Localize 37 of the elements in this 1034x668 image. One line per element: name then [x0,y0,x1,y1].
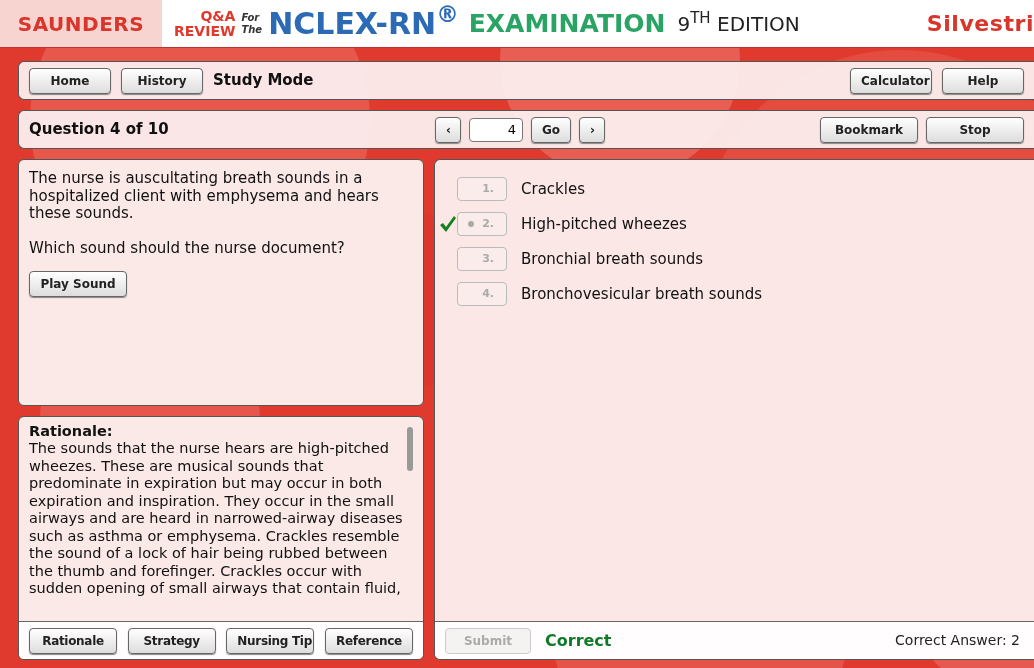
scrollbar-thumb[interactable] [407,427,413,471]
page-field[interactable]: 4 [469,117,523,142]
toolbar-button[interactable]: Stop [926,116,1024,143]
toolbar-button[interactable]: Bookmark [820,116,918,143]
rationale-tab[interactable]: Strategy [127,627,216,654]
option-label: Bronchial breath sounds [521,248,704,270]
question-text: The nurse is auscultating breath sounds in a hospitalized client with emphysema and hears these sounds. [29,170,380,223]
rationale-tab[interactable]: Rationale [29,627,117,654]
edition-label: 9$^{TH}$ EDITION [677,13,800,34]
option-label: Crackles [521,178,585,200]
correct-answer-label: Correct Answer: 2 [895,631,1020,650]
next-button[interactable]: › [579,116,605,143]
toolbar-button[interactable]: Home [29,67,111,94]
rationale-text: The sounds that the nurse hears are high-pitched wheezes. These are musical sounds that predominate in expiration but may occur in both expiration and inspiration. They occur in the small airways and are heard in narrowed-airway diseases such as asthma or emphysema. Crackles resemble the sound of a lock of hair being rubbed between the thumb and forefinger. Crackles occur with sudden opening of small airways that contain fluid, [29,440,403,598]
review-label: REVIEW [174,23,236,39]
check-icon [439,215,457,233]
previous-button[interactable]: ‹ [435,116,461,143]
author-name: Silvestri [926,10,1034,38]
qa-label: Q&A [200,8,236,24]
question-prompt: Which sound should the nurse document? [29,239,346,257]
publisher-logo: SAUNDERS [0,0,162,47]
for-label: For [241,11,261,24]
go-button[interactable]: Go [531,116,571,143]
rationale-heading: Rationale: [29,423,114,440]
option-label: Bronchovesicular breath sounds [521,283,763,305]
book-subtitle: EXAMINATION [468,11,666,36]
the-label: The [241,23,263,36]
option-label: High-pitched wheezes [521,213,687,235]
play-sound-button[interactable]: Play Sound [29,271,127,297]
mode-label: Study Mode [213,70,314,92]
toolbar-button[interactable]: Calculator [850,67,932,94]
toolbar-button[interactable]: History [121,67,203,94]
rationale-tab[interactable]: Reference [324,627,413,654]
rationale-tab[interactable]: Nursing Tip [226,627,315,654]
toolbar-button[interactable]: Help [942,67,1024,94]
result-label: Correct [545,629,612,652]
question-counter: Question 4 of 10 [29,119,170,141]
